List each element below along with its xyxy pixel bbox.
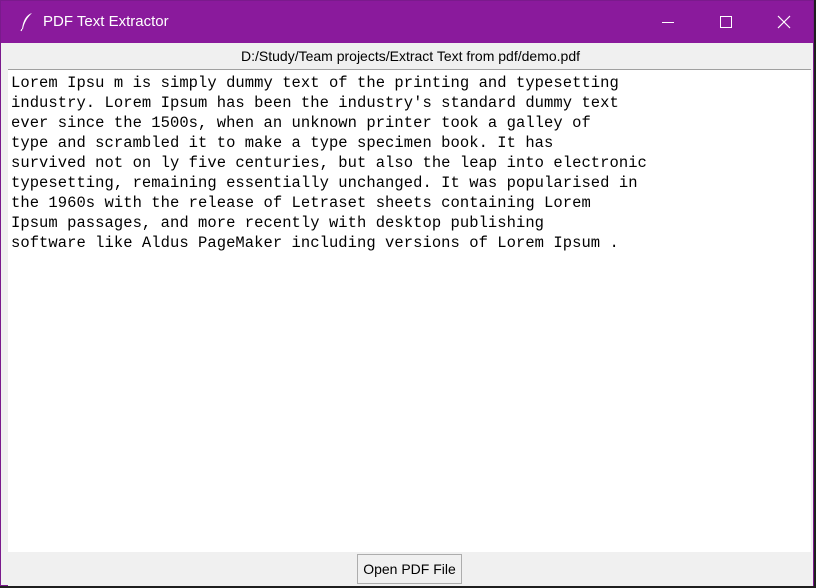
title-bar[interactable]: PDF Text Extractor [1, 1, 813, 43]
close-icon [777, 15, 791, 29]
text-line: type and scrambled it to make a type spe… [11, 134, 554, 152]
text-line: industry. Lorem Ipsum has been the indus… [11, 94, 619, 112]
minimize-button[interactable] [639, 1, 697, 43]
open-pdf-button[interactable]: Open PDF File [357, 554, 462, 584]
maximize-button[interactable] [697, 1, 755, 43]
text-line: Lorem Ipsu m is simply dummy text of the… [11, 74, 619, 92]
maximize-icon [720, 16, 732, 28]
text-line: ever since the 1500s, when an unknown pr… [11, 114, 591, 132]
close-button[interactable] [755, 1, 813, 43]
button-bar: Open PDF File [8, 552, 813, 586]
file-path-label: D:/Study/Team projects/Extract Text from… [241, 48, 580, 64]
feather-icon [19, 12, 35, 32]
text-line: the 1960s with the release of Letraset s… [11, 194, 591, 212]
text-line: typesetting, remaining essentially uncha… [11, 174, 638, 192]
app-window: PDF Text Extractor D:/Study/Team project… [0, 0, 814, 586]
extracted-text-area[interactable]: Lorem Ipsu m is simply dummy text of the… [8, 69, 811, 552]
file-path-bar: D:/Study/Team projects/Extract Text from… [8, 43, 813, 69]
text-line: Ipsum passages, and more recently with d… [11, 214, 545, 232]
text-line: software like Aldus PageMaker including … [11, 234, 619, 252]
window-title: PDF Text Extractor [43, 13, 169, 30]
text-line: survived not on ly five centuries, but a… [11, 154, 647, 172]
minimize-icon [662, 22, 674, 23]
